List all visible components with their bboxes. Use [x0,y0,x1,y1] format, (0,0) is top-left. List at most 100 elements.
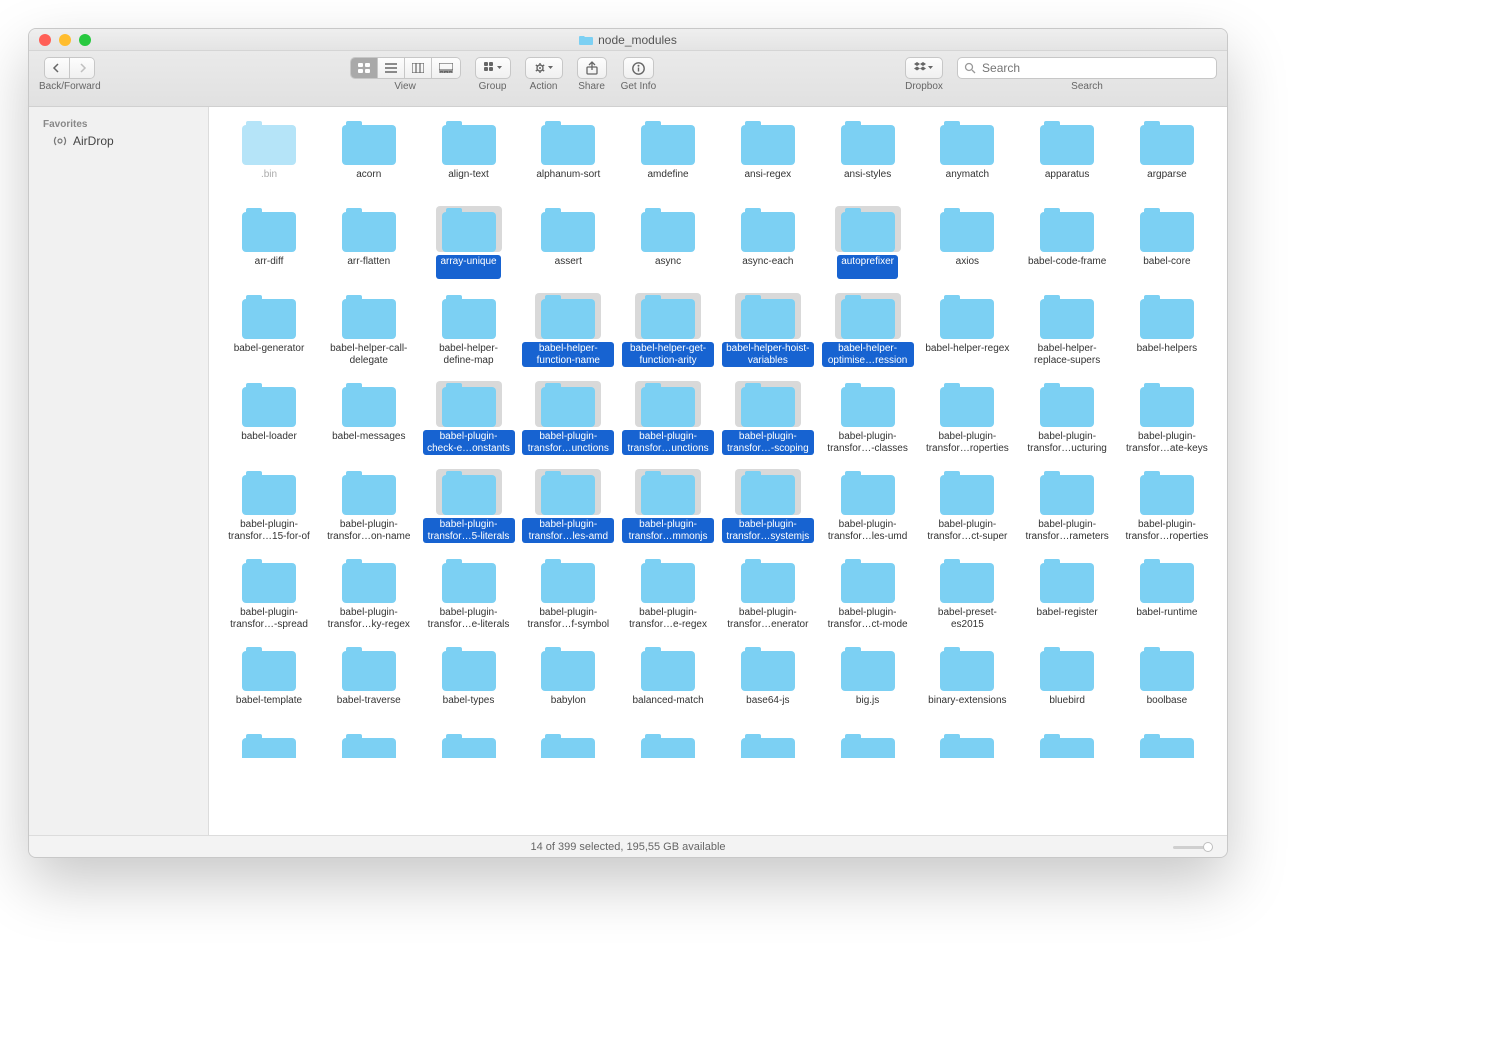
folder-item[interactable]: caniuse-db [1019,728,1115,758]
folder-item[interactable]: babel-helper-function-name [520,289,616,371]
folder-item[interactable]: babel-plugin-transfor…les-amd [520,465,616,547]
folder-item[interactable]: babel-plugin-transfor…-spread [221,553,317,635]
folder-item[interactable]: base64-js [720,641,816,722]
sidebar-item-airdrop[interactable]: AirDrop [29,132,208,150]
folder-item[interactable]: amdefine [620,115,716,196]
folder-item[interactable]: babel-generator [221,289,317,371]
folder-item[interactable]: babel-plugin-transfor…ate-keys [1119,377,1215,459]
folder-item[interactable]: babel-code-frame [1019,202,1115,283]
folder-item[interactable]: axios [919,202,1015,283]
folder-item[interactable]: async-each [720,202,816,283]
back-button[interactable] [45,58,70,78]
folder-item[interactable]: babel-helper-replace-supers [1019,289,1115,371]
folder-item[interactable]: argparse [1119,115,1215,196]
folder-item[interactable]: babel-helper-optimise…ression [820,289,916,371]
folder-item[interactable]: babel-plugin-transfor…rameters [1019,465,1115,547]
folder-item[interactable]: builtin-modules [720,728,816,758]
getinfo-button[interactable] [623,57,654,79]
close-window-button[interactable] [39,34,51,46]
folder-icon-wrap [835,206,901,252]
folder-item[interactable]: babel-plugin-transfor…15-for-of [221,465,317,547]
action-button[interactable] [525,57,563,79]
folder-item[interactable]: assert [520,202,616,283]
folder-item[interactable]: babel-plugin-transfor…roperties [1119,465,1215,547]
folder-item[interactable]: babel-plugin-transfor…mmonjs [620,465,716,547]
folder-item[interactable]: big.js [820,641,916,722]
dropbox-button[interactable] [905,57,943,79]
search-field[interactable] [957,57,1217,79]
folder-item[interactable]: babel-plugin-transfor…unctions [620,377,716,459]
folder-item[interactable]: babel-plugin-transfor…ct-mode [820,553,916,635]
folder-item[interactable]: babel-plugin-transfor…ct-super [919,465,1015,547]
folder-item[interactable]: babel-helper-define-map [421,289,517,371]
folder-item[interactable]: babel-traverse [321,641,417,722]
group-button[interactable] [475,57,511,79]
folder-item[interactable]: browserify-aes [421,728,517,758]
folder-item[interactable]: buffer [620,728,716,758]
folder-item[interactable]: alphanum-sort [520,115,616,196]
folder-item[interactable]: bytes [820,728,916,758]
folder-item[interactable]: babel-preset-es2015 [919,553,1015,635]
minimize-window-button[interactable] [59,34,71,46]
folder-item[interactable]: boolbase [1119,641,1215,722]
search-input[interactable] [980,60,1210,76]
folder-item[interactable]: babel-plugin-transfor…e-regex [620,553,716,635]
folder-item[interactable]: babylon [520,641,616,722]
content-area[interactable]: .binacornalign-textalphanum-sortamdefine… [209,107,1227,835]
folder-item[interactable]: babel-plugin-transfor…-scoping [720,377,816,459]
folder-item[interactable]: brace-expansion [221,728,317,758]
folder-item[interactable]: align-text [421,115,517,196]
folder-item[interactable]: apparatus [1019,115,1115,196]
folder-item[interactable]: babel-plugin-transfor…unctions [520,377,616,459]
share-button[interactable] [577,57,607,79]
folder-item[interactable]: async [620,202,716,283]
folder-item[interactable]: babel-plugin-transfor…-classes [820,377,916,459]
folder-item[interactable]: autoprefixer [820,202,916,283]
folder-item[interactable]: arr-flatten [321,202,417,283]
folder-item[interactable]: babel-plugin-transfor…on-name [321,465,417,547]
folder-item[interactable]: balanced-match [620,641,716,722]
folder-item[interactable]: arr-diff [221,202,317,283]
folder-item[interactable]: babel-plugin-transfor…e-literals [421,553,517,635]
view-list-button[interactable] [378,58,405,78]
folder-item[interactable]: ansi-styles [820,115,916,196]
folder-item[interactable]: camelcase [919,728,1015,758]
folder-item[interactable]: babel-messages [321,377,417,459]
icon-size-slider[interactable] [1173,842,1213,852]
folder-item[interactable]: babel-runtime [1119,553,1215,635]
folder-item[interactable]: acorn [321,115,417,196]
folder-item[interactable]: bluebird [1019,641,1115,722]
folder-item[interactable]: babel-plugin-transfor…5-literals [421,465,517,547]
folder-item[interactable]: binary-extensions [919,641,1015,722]
folder-item[interactable]: babel-plugin-transfor…ucturing [1019,377,1115,459]
folder-item[interactable]: braces [321,728,417,758]
folder-item[interactable]: babel-helper-hoist-variables [720,289,816,371]
folder-item[interactable]: babel-plugin-transfor…systemjs [720,465,816,547]
folder-item[interactable]: center-align [1119,728,1215,758]
view-column-button[interactable] [405,58,432,78]
folder-item[interactable]: babel-plugin-transfor…roperties [919,377,1015,459]
folder-item[interactable]: ansi-regex [720,115,816,196]
folder-item[interactable]: babel-core [1119,202,1215,283]
folder-item[interactable]: babel-helper-call-delegate [321,289,417,371]
folder-item[interactable]: babel-template [221,641,317,722]
folder-item[interactable]: babel-types [421,641,517,722]
folder-item[interactable]: babel-helper-get-function-arity [620,289,716,371]
forward-button[interactable] [70,58,94,78]
folder-item[interactable]: babel-plugin-transfor…les-umd [820,465,916,547]
folder-item[interactable]: babel-plugin-check-e…onstants [421,377,517,459]
folder-item[interactable]: babel-loader [221,377,317,459]
folder-item[interactable]: array-unique [421,202,517,283]
folder-item[interactable]: browserify-zlib [520,728,616,758]
folder-item[interactable]: babel-plugin-transfor…ky-regex [321,553,417,635]
folder-item[interactable]: babel-helper-regex [919,289,1015,371]
fullscreen-window-button[interactable] [79,34,91,46]
folder-item[interactable]: babel-plugin-transfor…enerator [720,553,816,635]
view-gallery-button[interactable] [432,58,460,78]
folder-item[interactable]: anymatch [919,115,1015,196]
view-icon-button[interactable] [351,58,378,78]
folder-item[interactable]: babel-plugin-transfor…f-symbol [520,553,616,635]
folder-item[interactable]: babel-helpers [1119,289,1215,371]
folder-item[interactable]: .bin [221,115,317,196]
folder-item[interactable]: babel-register [1019,553,1115,635]
